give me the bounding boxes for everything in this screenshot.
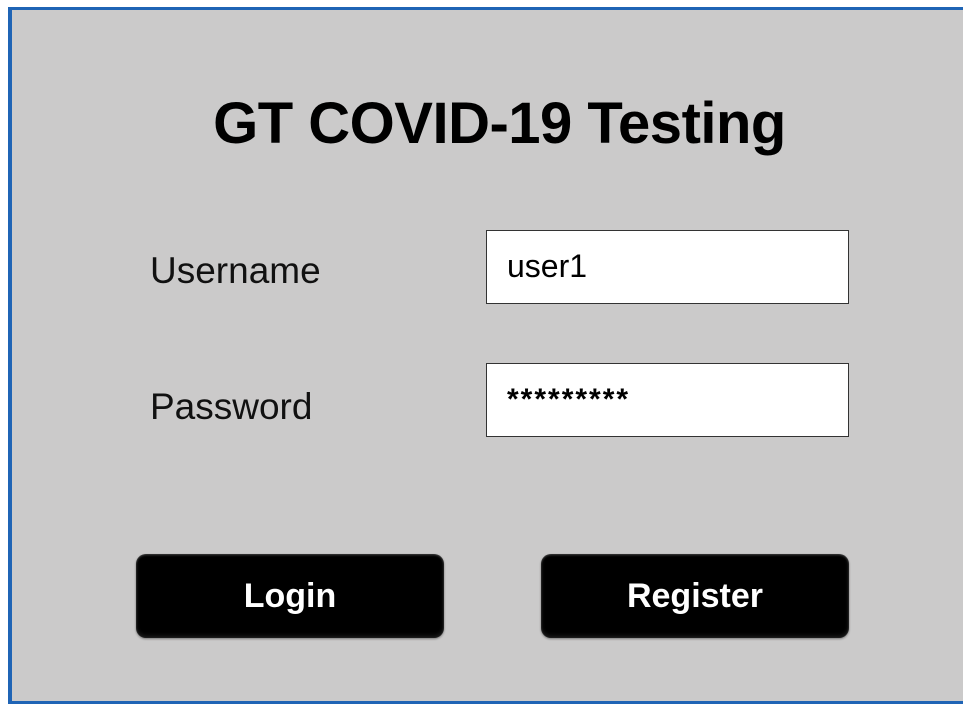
login-button[interactable]: Login — [136, 554, 444, 638]
password-label: Password — [150, 386, 313, 427]
login-window: GT COVID-19 Testing Username user1 Passw… — [8, 7, 963, 704]
page-title: GT COVID-19 Testing — [213, 91, 786, 156]
username-field[interactable]: user1 — [486, 230, 849, 304]
password-field[interactable]: ********* — [486, 363, 849, 437]
username-label: Username — [150, 250, 321, 291]
register-button[interactable]: Register — [541, 554, 849, 638]
